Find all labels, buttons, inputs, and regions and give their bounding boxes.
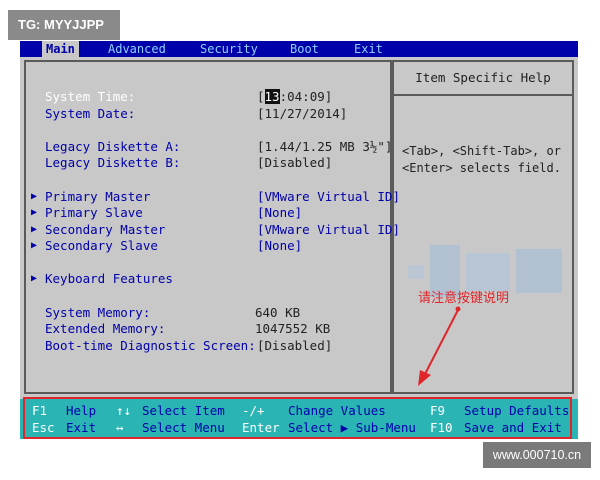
secondary-slave-value: [None] (257, 238, 303, 253)
primary-master-item[interactable]: Primary Master (45, 189, 150, 204)
secondary-master-value: [VMware Virtual ID] (257, 222, 400, 237)
boot-diagnostic-value[interactable]: [Disabled] (257, 338, 332, 353)
menu-advanced[interactable]: Advanced (104, 41, 170, 57)
system-date-value[interactable]: [11/27/2014] (257, 106, 347, 121)
help-panel: Item Specific Help <Tab>, <Shift-Tab>, o… (392, 60, 574, 394)
system-time-label: System Time: (45, 89, 136, 104)
bios-setup-window: Main Advanced Security Boot Exit Item Sp… (20, 41, 578, 439)
primary-master-value: [VMware Virtual ID] (257, 189, 400, 204)
watermark-top: TG: MYYJJPP (8, 10, 120, 40)
system-time-cursor[interactable]: 13 (264, 89, 280, 104)
help-title: Item Specific Help (394, 62, 572, 96)
menu-exit[interactable]: Exit (350, 41, 387, 57)
extended-memory-value: 1047552 KB (255, 321, 331, 336)
primary-slave-value: [None] (257, 205, 303, 220)
extended-memory-label: Extended Memory: (45, 321, 166, 336)
help-text-line-2: <Enter> selects field. (402, 161, 561, 175)
system-memory-label: System Memory: (45, 305, 151, 320)
submenu-arrow-icon: ▶ (31, 240, 38, 251)
system-memory-value: 640 KB (255, 305, 301, 320)
legacy-diskette-b-label: Legacy Diskette B: (45, 155, 181, 170)
boot-diagnostic-label: Boot-time Diagnostic Screen: (45, 338, 256, 353)
submenu-arrow-icon: ▶ (31, 224, 38, 235)
legacy-diskette-b-value[interactable]: [Disabled] (257, 155, 332, 170)
system-date-label: System Date: (45, 106, 136, 121)
menu-boot[interactable]: Boot (286, 41, 323, 57)
legacy-diskette-a-label: Legacy Diskette A: (45, 139, 181, 154)
system-time-value[interactable]: [13:04:09] (257, 89, 332, 104)
menu-main[interactable]: Main (42, 41, 79, 57)
menu-security[interactable]: Security (196, 41, 262, 57)
submenu-arrow-icon: ▶ (31, 273, 38, 284)
key-legend-highlight-box (23, 397, 572, 439)
keyboard-features-item[interactable]: Keyboard Features (45, 271, 173, 286)
legacy-diskette-a-value[interactable]: [1.44/1.25 MB 3½"] (257, 139, 392, 154)
menu-bar: Main Advanced Security Boot Exit (20, 41, 578, 57)
secondary-slave-item[interactable]: Secondary Slave (45, 238, 158, 253)
submenu-arrow-icon: ▶ (31, 191, 38, 202)
annotation-text: 请注意按键说明 (418, 291, 510, 306)
submenu-arrow-icon: ▶ (31, 207, 38, 218)
secondary-master-item[interactable]: Secondary Master (45, 222, 165, 237)
watermark-bottom: www.000710.cn (483, 442, 591, 468)
primary-slave-item[interactable]: Primary Slave (45, 205, 143, 220)
help-text-line-1: <Tab>, <Shift-Tab>, or (402, 144, 561, 158)
